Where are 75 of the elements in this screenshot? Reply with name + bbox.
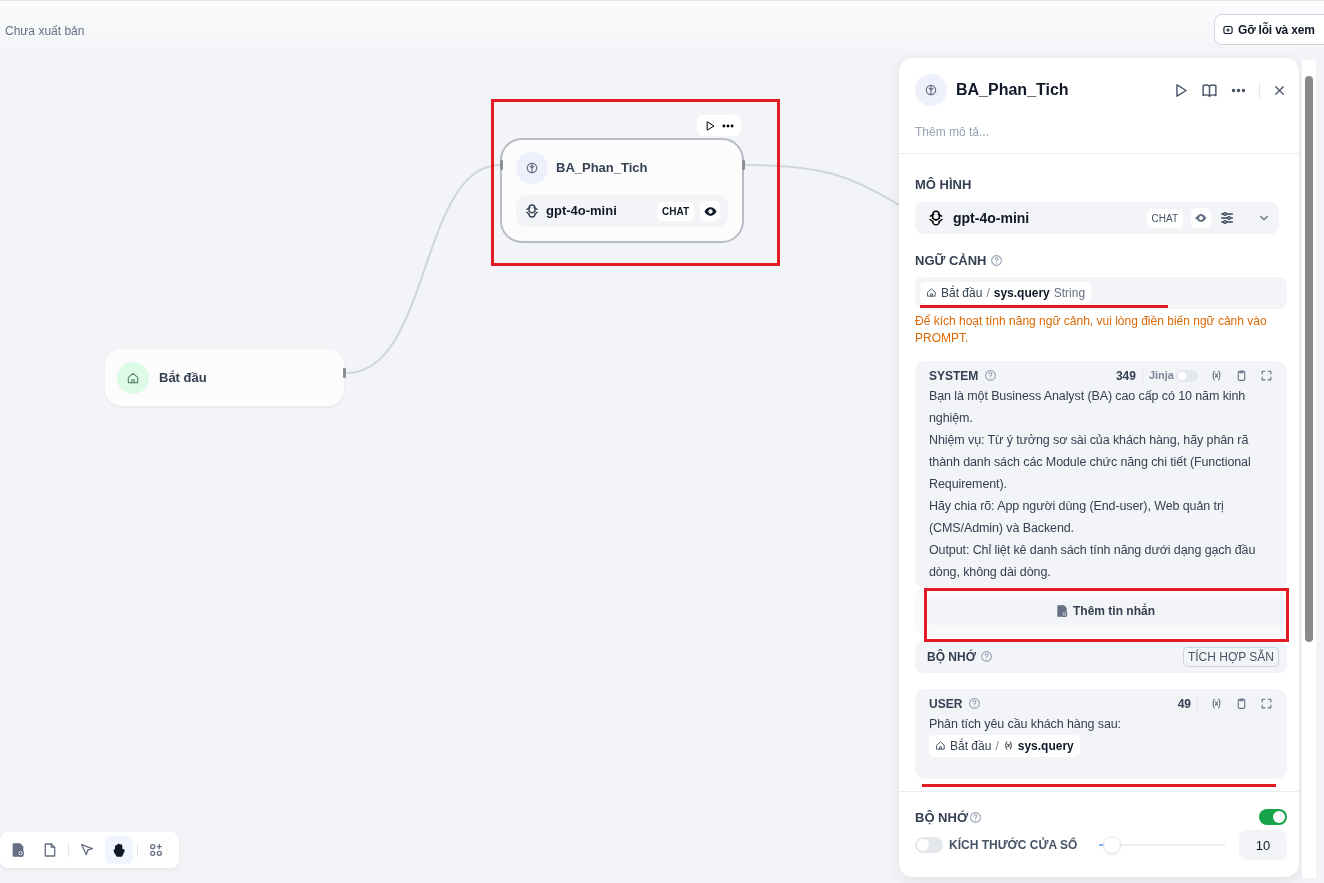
character-count: 49 [1177, 695, 1191, 713]
node-title: BA_Phan_Tich [556, 159, 648, 178]
help-icon [969, 810, 982, 824]
eye-icon [703, 204, 717, 218]
expand-icon[interactable] [1260, 369, 1273, 382]
jinja-toggle[interactable] [1176, 369, 1198, 382]
node-handle[interactable] [343, 368, 346, 378]
variable-type: String [1053, 284, 1086, 302]
character-count: 349 [1115, 367, 1136, 385]
jinja-label: Jinja [1148, 368, 1174, 384]
home-icon [126, 370, 140, 385]
eye-icon [1195, 212, 1207, 224]
clipboard-icon[interactable] [1235, 697, 1248, 710]
node-handle[interactable] [742, 160, 745, 170]
path-separator: / [986, 284, 990, 302]
section-label: MÔ HÌNH [915, 175, 973, 194]
section-label: BỘ NHỚ [915, 808, 968, 827]
setting-label: KÍCH THƯỚC CỬA SỔ [949, 836, 1078, 854]
panel-title: BA_Phan_Tich [956, 80, 1070, 100]
hand-icon [111, 842, 127, 858]
help-icon [990, 254, 1004, 268]
book-icon[interactable] [1201, 81, 1218, 99]
description-field[interactable]: Thêm mô tả... [899, 123, 1299, 141]
tool-button[interactable] [105, 836, 133, 864]
section-label: NGỮ CẢNH [915, 252, 987, 270]
scrollbar-thumb[interactable] [1305, 76, 1313, 642]
variable-source: Bắt đầu [950, 737, 992, 755]
prompt-paragraph: Phân tích yêu cầu khách hàng sau: [929, 715, 1122, 733]
add-message-button[interactable]: Thêm tin nhắn [925, 596, 1285, 625]
mode-tag: CHAT [1146, 208, 1183, 228]
help-icon [979, 650, 993, 663]
variable-icon [1002, 740, 1014, 751]
message-role: SYSTEM [929, 367, 979, 385]
built-in-tag: TÍCH HỢP SẴN [1182, 646, 1279, 667]
home-icon [926, 287, 937, 298]
organize-icon [148, 842, 164, 858]
toggle-switch[interactable] [1259, 809, 1287, 826]
prompt-paragraph: Output: Chỉ liệt kê danh sách tính năng dưới dạng gạch đầu dòng, không dài dòng. [929, 541, 1257, 581]
context-field[interactable]: Bắt đầu / sys.query String [915, 276, 1287, 309]
variable-icon[interactable] [1210, 697, 1223, 710]
variable-name: sys.query [993, 284, 1050, 302]
variable-name: sys.query [1017, 737, 1074, 755]
model-name: gpt-4o-mini [546, 202, 618, 221]
prompt-paragraph: Nhiệm vụ: Từ ý tưởng sơ sài của khách hàng, hãy phân rã thành danh sách các Module chức năng chi tiết (Functional Requirement). [929, 431, 1252, 493]
prompt-editor[interactable] [915, 360, 1287, 589]
debug-preview-button[interactable]: Gỡ lỗi và xem [1214, 14, 1324, 45]
toggle-switch[interactable] [915, 837, 943, 853]
variable-source: Bắt đầu [941, 284, 983, 302]
row-label: BỘ NHỚ [927, 648, 976, 666]
llm-node[interactable]: BA_Phan_Tich gpt-4o-mini CHAT [500, 138, 744, 243]
home-icon [935, 740, 946, 751]
prompt-editor[interactable]: USER 49 Phân tích yêu cầu khách hàng sau: Bắt đầu / sys.query [915, 688, 1287, 779]
help-icon [984, 369, 998, 382]
warning-text: Để kích hoạt tính năng ngữ cảnh, vui lòng điền biến ngữ cảnh vào PROMPT. [915, 312, 1268, 347]
path-separator: / [995, 737, 999, 755]
sliders-icon [1219, 210, 1235, 226]
node-handle[interactable] [500, 160, 503, 170]
add-message-icon [1055, 603, 1069, 618]
message-role: USER [929, 695, 963, 713]
node-title: Bắt đầu [159, 368, 207, 387]
note-icon [42, 842, 58, 858]
expand-icon[interactable] [1260, 697, 1273, 710]
clipboard-icon[interactable] [1235, 369, 1248, 382]
mode-tag: CHAT [656, 201, 694, 221]
help-icon [968, 697, 982, 710]
prompt-paragraph: Bạn là một Business Analyst (BA) cao cấp có 10 năm kinh nghiệm. [929, 387, 1247, 427]
pointer-icon [79, 842, 95, 858]
publish-status: Chưa xuất bản [5, 23, 85, 40]
model-select[interactable]: gpt-4o-mini CHAT [915, 202, 1279, 234]
window-size-input[interactable]: 10 [1239, 830, 1287, 860]
variable-icon[interactable] [1210, 369, 1223, 382]
start-node[interactable]: Bắt đầu [105, 349, 344, 406]
prompt-paragraph: Hãy chia rõ: App người dùng (End-user), Web quản trị (CMS/Admin) và Backend. [929, 497, 1225, 537]
slider-thumb[interactable] [1102, 836, 1121, 854]
add-block-icon [10, 842, 26, 858]
